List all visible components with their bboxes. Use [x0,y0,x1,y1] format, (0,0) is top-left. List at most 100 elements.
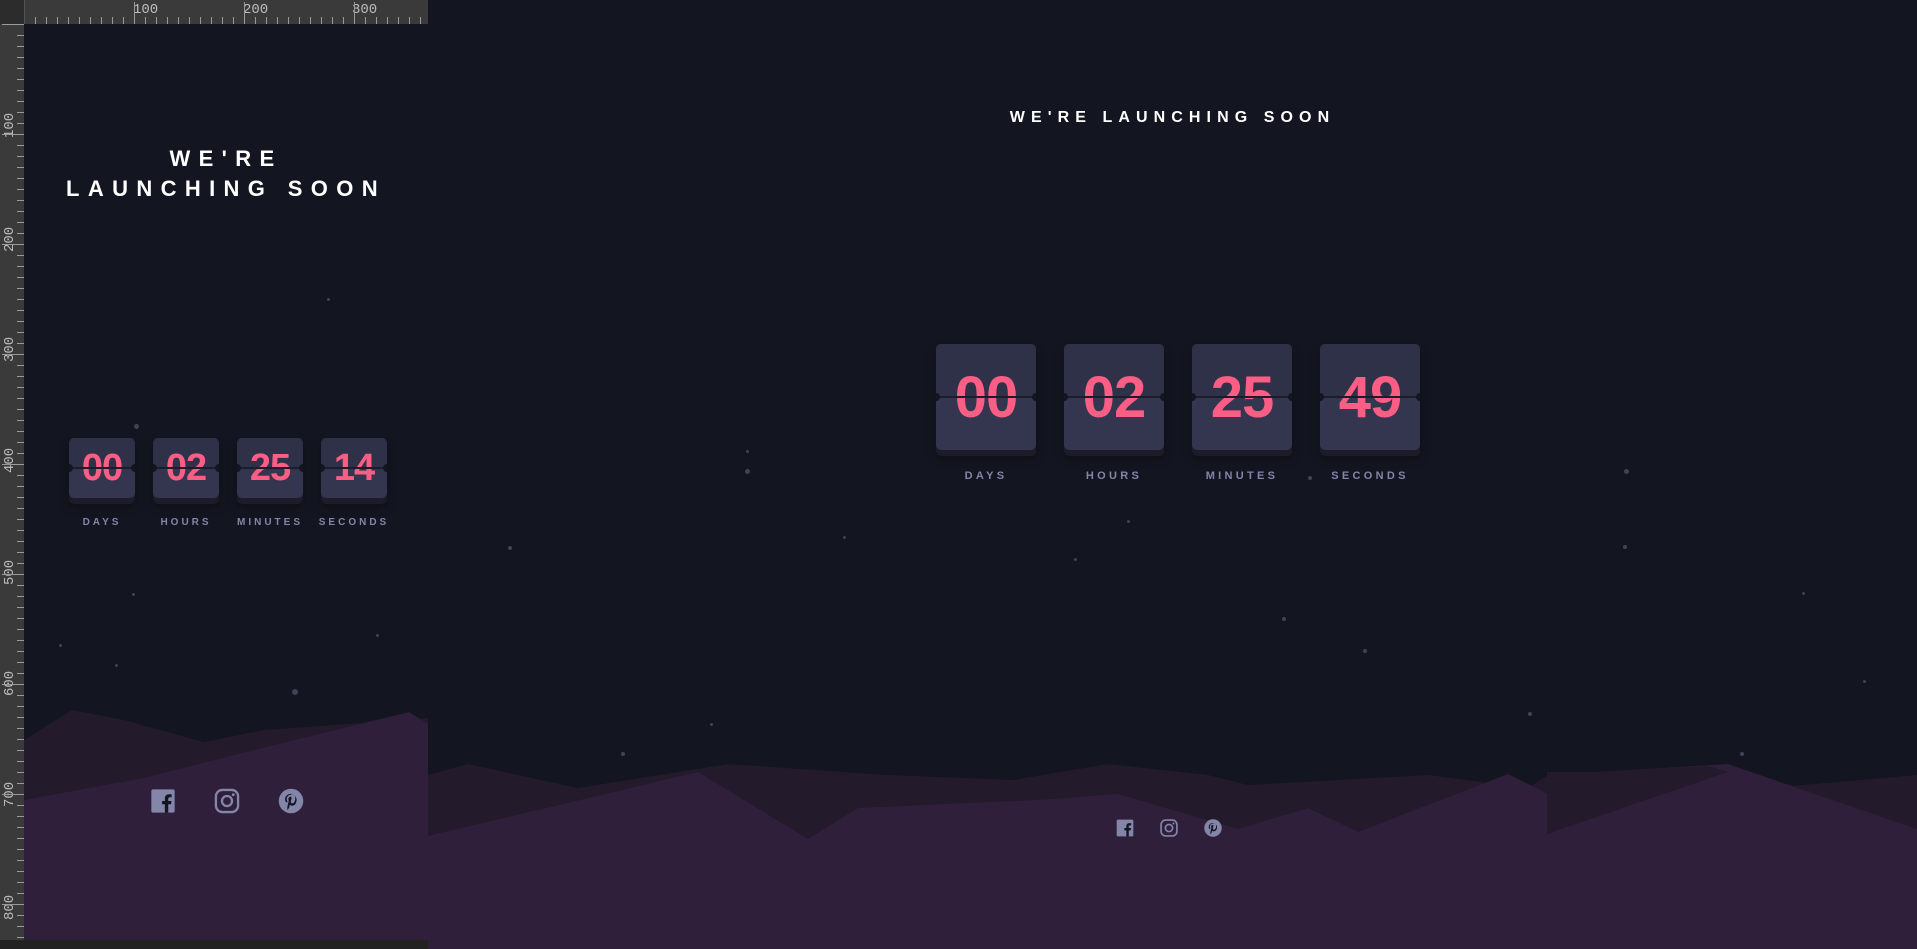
star [1363,649,1367,653]
ruler-tick [17,486,24,487]
ruler-tick [17,233,24,234]
ruler-tick [17,519,24,520]
star [1802,592,1805,595]
ruler-tick [17,739,24,740]
ruler-tick [17,167,24,168]
ruler-tick [17,849,24,850]
ruler-tick [17,123,24,124]
seconds-label: SECONDS [1331,470,1409,482]
ruler-label: 400 [2,447,18,473]
ruler-tick [222,17,223,24]
facebook-icon[interactable] [1115,818,1135,838]
ruler-tick [244,2,245,24]
pinterest-icon[interactable] [1203,818,1223,838]
instagram-icon[interactable] [213,787,241,815]
ruler-tick [17,750,24,751]
ruler-tick [299,17,300,24]
page-title: WE'RE LAUNCHING SOON [1009,109,1336,126]
ruler-tick [17,530,24,531]
ruler-tick [310,17,311,24]
ruler-tick [17,563,24,564]
ruler-tick [343,17,344,24]
ruler-horizontal: 100 200 300 [0,0,428,25]
star [1127,520,1130,523]
ruler-tick [17,761,24,762]
star [1740,752,1744,756]
ruler-label: 200 [243,2,269,18]
facebook-icon[interactable] [149,787,177,815]
seconds-label: SECONDS [318,517,390,528]
ruler-tick [17,607,24,608]
ruler-tick [17,79,24,80]
ruler-tick [123,17,124,24]
ruler-tick [17,937,24,938]
countdown: 00 DAYS 02 HOURS 25 MINUTES 14 SECONDS [60,438,396,528]
ruler-tick [200,17,201,24]
ruler-tick [17,706,24,707]
flip-card: 00 [69,438,135,498]
ruler-tick [17,57,24,58]
countdown-days: 00 DAYS [60,438,144,528]
ruler-tick [211,17,212,24]
ruler-tick [17,288,24,289]
hills-illustration [24,710,428,940]
ruler-tick [17,695,24,696]
ruler-tick [387,17,388,24]
ruler-tick [17,838,24,839]
ruler-tick [112,17,113,24]
ruler-tick [17,431,24,432]
ruler-label: 300 [2,336,18,362]
ruler-tick [17,387,24,388]
page-title: WE'RE LAUNCHING SOON [66,146,386,201]
ruler-tick [167,17,168,24]
countdown-seconds: 49 SECONDS [1306,344,1434,482]
hills-illustration [428,764,1917,949]
countdown-minutes: 25 MINUTES [228,438,312,528]
desktop-preview: WE'RE LAUNCHING SOON 00 DAYS 02 HOURS 25… [428,0,1917,949]
ruler-tick [2,794,24,795]
ruler-tick [2,134,24,135]
flip-card: 00 [936,344,1036,450]
countdown-days: 00 DAYS [922,344,1050,482]
ruler-tick [189,17,190,24]
ruler-tick [17,200,24,201]
ruler-label: 100 [133,2,159,18]
ruler-tick [17,277,24,278]
ruler-tick [17,420,24,421]
ruler-label: 500 [2,559,18,585]
ruler-tick [17,508,24,509]
star [115,664,118,667]
countdown-minutes: 25 MINUTES [1178,344,1306,482]
star [1074,558,1077,561]
ruler-tick [17,211,24,212]
ruler-tick [17,541,24,542]
ruler-tick [134,2,135,24]
pinterest-icon[interactable] [277,787,305,815]
star [1863,680,1866,683]
ruler-label: 300 [352,2,378,18]
ruler-tick [178,17,179,24]
ruler-tick [376,17,377,24]
ruler-tick [17,321,24,322]
scrollbar-track[interactable] [0,940,428,949]
social-links [149,787,341,815]
ruler-tick [145,17,146,24]
ruler-tick [17,68,24,69]
ruler-tick [17,178,24,179]
ruler-tick [17,728,24,729]
ruler-tick [17,332,24,333]
ruler-tick [17,926,24,927]
ruler-tick [2,904,24,905]
ruler-tick [17,255,24,256]
ruler-tick [2,464,24,465]
star [1528,712,1532,716]
ruler-tick [79,17,80,24]
ruler-tick [17,717,24,718]
ruler-vertical: 100 200 300 400 500 600 700 800 [0,0,25,940]
star [508,546,512,550]
social-links [1115,818,1247,838]
ruler-tick [2,24,24,25]
instagram-icon[interactable] [1159,818,1179,838]
ruler-tick [398,17,399,24]
ruler-tick [17,805,24,806]
